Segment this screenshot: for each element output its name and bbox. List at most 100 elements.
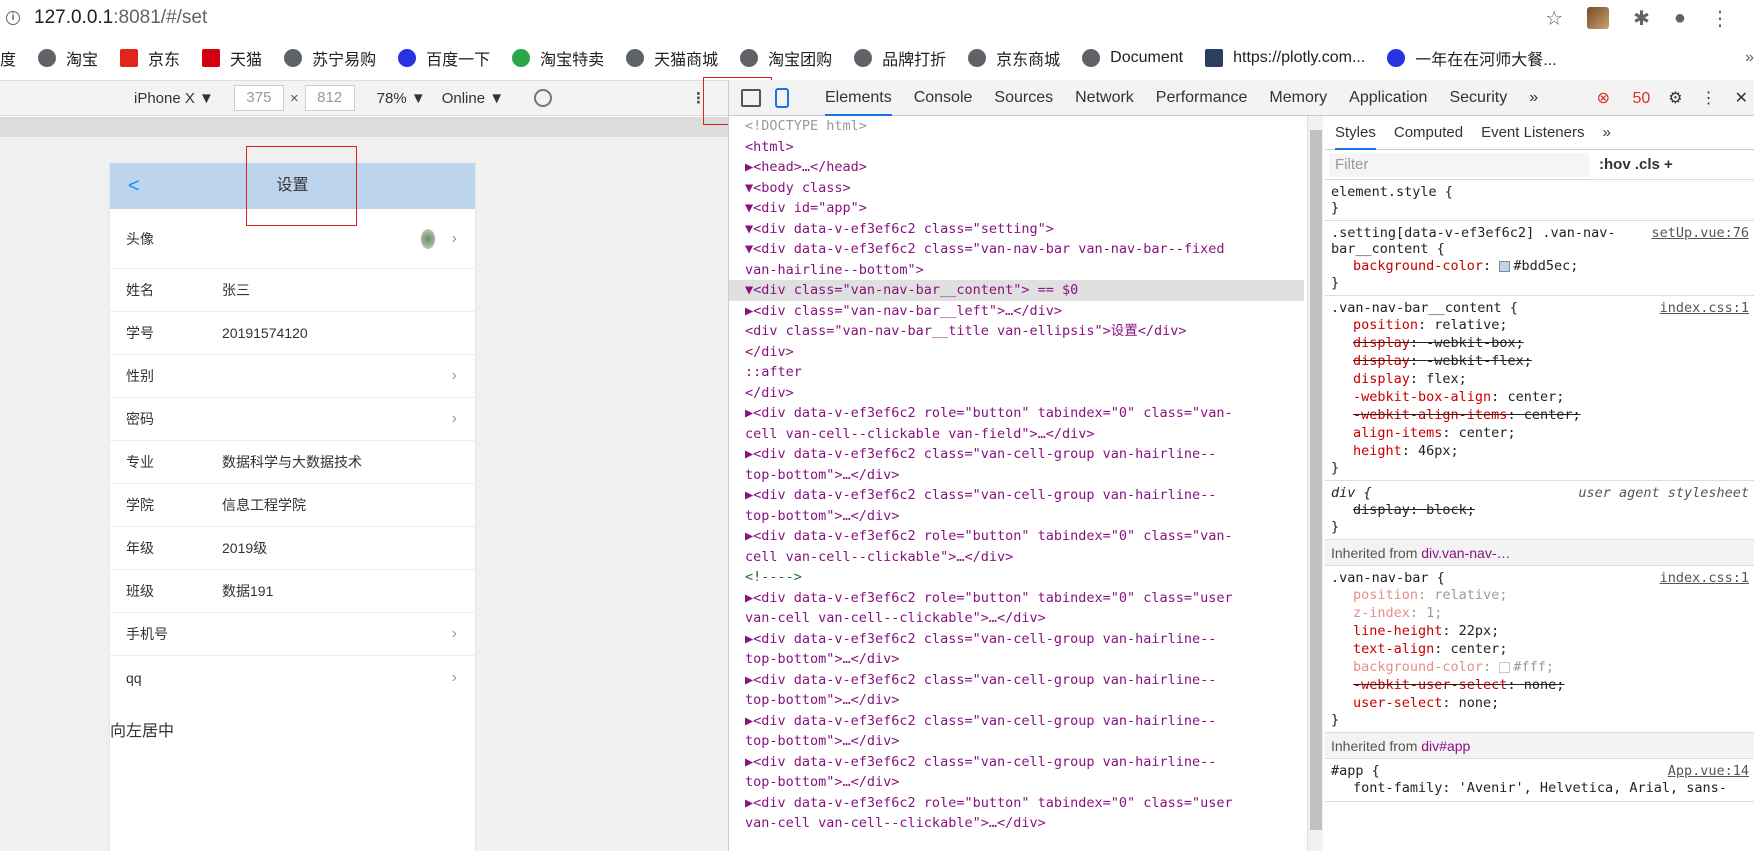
dom-line[interactable]: top-bottom">…</div> (729, 772, 1304, 793)
tab-event-listeners[interactable]: Event Listeners (1481, 124, 1584, 141)
tab-memory[interactable]: Memory (1269, 80, 1327, 116)
close-icon[interactable]: ✕ (1735, 88, 1748, 108)
style-prop[interactable]: text-align: center; (1331, 640, 1749, 658)
filter-input[interactable]: Filter (1329, 152, 1589, 177)
style-prop-inactive[interactable]: z-index: 1; (1331, 604, 1749, 622)
bookmark[interactable]: 淘宝 (38, 46, 98, 70)
bookmarks-overflow-icon[interactable]: » (1745, 49, 1754, 67)
rule-source-link[interactable]: index.css:1 (1660, 300, 1749, 316)
bookmark[interactable]: 淘宝特卖 (512, 46, 604, 70)
dom-line[interactable]: <html> (729, 137, 1304, 158)
dom-line-selected[interactable]: ▼<div class="van-nav-bar__content"> == $… (729, 280, 1304, 301)
dom-line[interactable]: van-cell van-cell--clickable">…</div> (729, 813, 1304, 834)
dom-line[interactable]: cell van-cell--clickable">…</div> (729, 547, 1304, 568)
dom-line[interactable]: ▶<div data-v-ef3ef6c2 role="button" tabi… (729, 526, 1304, 547)
more-icon[interactable]: ⋮ (1701, 88, 1717, 108)
dom-line[interactable]: </div> (729, 342, 1304, 363)
dom-line[interactable]: ▶<div data-v-ef3ef6c2 class="van-cell-gr… (729, 444, 1304, 465)
dom-line[interactable]: ▼<div data-v-ef3ef6c2 class="van-nav-bar… (729, 239, 1304, 260)
style-rule[interactable]: .setting[data-v-ef3ef6c2] .van-nav-bar__… (1325, 221, 1754, 296)
dom-line[interactable]: ▶<div data-v-ef3ef6c2 class="van-cell-gr… (729, 711, 1304, 732)
dom-line[interactable]: top-bottom">…</div> (729, 731, 1304, 752)
inherited-link[interactable]: div.van-nav-… (1421, 545, 1510, 561)
dom-line[interactable]: top-bottom">…</div> (729, 506, 1304, 527)
cell-gender[interactable]: 性别 › (110, 355, 475, 398)
style-rule[interactable]: #app { App.vue:14 font-family: 'Avenir',… (1325, 759, 1754, 802)
bookmark[interactable]: 天猫 (202, 46, 262, 70)
tab-application[interactable]: Application (1349, 80, 1427, 116)
dom-line[interactable]: ▶<div data-v-ef3ef6c2 class="van-cell-gr… (729, 670, 1304, 691)
style-rule-element[interactable]: element.style { } (1325, 180, 1754, 221)
dom-line[interactable]: van-cell van-cell--clickable">…</div> (729, 608, 1304, 629)
dom-line[interactable]: cell van-cell--clickable van-field">…</d… (729, 424, 1304, 445)
style-prop[interactable]: line-height: 22px; (1331, 622, 1749, 640)
dom-line[interactable]: ▶<div data-v-ef3ef6c2 role="button" tabi… (729, 588, 1304, 609)
style-prop[interactable]: font-family: 'Avenir', Helvetica, Arial,… (1331, 779, 1749, 797)
bookmark[interactable]: 天猫商城 (626, 46, 718, 70)
style-prop-overridden[interactable]: -webkit-user-select: none; (1331, 676, 1749, 694)
network-select[interactable]: Online ▼ (442, 90, 504, 107)
bookmark[interactable]: 苏宁易购 (284, 46, 376, 70)
bookmark[interactable]: 度 (0, 46, 16, 70)
style-prop-overridden[interactable]: display: block; (1331, 501, 1749, 519)
style-rule[interactable]: div { user agent stylesheet display: blo… (1325, 481, 1754, 540)
inherited-link[interactable]: div#app (1421, 738, 1470, 754)
dom-line[interactable]: top-bottom">…</div> (729, 649, 1304, 670)
dom-line[interactable]: top-bottom">…</div> (729, 465, 1304, 486)
dom-line[interactable]: ▼<body class> (729, 178, 1304, 199)
dom-line[interactable]: <!----> (729, 567, 1304, 588)
filter-options[interactable]: :hov .cls + (1599, 156, 1673, 173)
dom-line[interactable]: ::after (729, 362, 1304, 383)
height-input[interactable]: 812 (304, 85, 355, 111)
dom-line[interactable]: ▶<div data-v-ef3ef6c2 role="button" tabi… (729, 793, 1304, 814)
style-prop-inactive[interactable]: position: relative; (1331, 586, 1749, 604)
scrollbar-thumb[interactable] (1310, 130, 1322, 830)
dom-line[interactable]: ▼<div data-v-ef3ef6c2 class="setting"> (729, 219, 1304, 240)
dom-line[interactable]: ▶<head>…</head> (729, 157, 1304, 178)
dom-line[interactable]: top-bottom">…</div> (729, 690, 1304, 711)
elements-scrollbar[interactable] (1307, 116, 1323, 851)
style-prop[interactable]: -webkit-box-align: center; (1331, 388, 1749, 406)
dom-line[interactable]: ▶<div data-v-ef3ef6c2 class="van-cell-gr… (729, 629, 1304, 650)
style-prop[interactable]: user-select: none; (1331, 694, 1749, 712)
device-toggle-icon[interactable] (775, 87, 789, 108)
bookmark[interactable]: 淘宝团购 (740, 46, 832, 70)
error-badge[interactable]: ⊗ 50 (1597, 88, 1651, 108)
dom-line[interactable]: ▶<div data-v-ef3ef6c2 role="button" tabi… (729, 403, 1304, 424)
dom-line[interactable]: ▶<div data-v-ef3ef6c2 class="van-cell-gr… (729, 752, 1304, 773)
inspect-element-icon[interactable] (741, 88, 761, 107)
style-rule[interactable]: .van-nav-bar { index.css:1 position: rel… (1325, 566, 1754, 733)
bookmark[interactable]: 京东商城 (968, 46, 1060, 70)
rule-source-link[interactable]: App.vue:14 (1668, 763, 1749, 779)
rule-source-link[interactable]: index.css:1 (1660, 570, 1749, 586)
extension-avatar-icon[interactable] (1587, 7, 1610, 29)
color-swatch-icon[interactable] (1499, 260, 1511, 272)
tab-overflow[interactable]: » (1602, 124, 1610, 141)
dom-line[interactable]: </div> (729, 383, 1304, 404)
dom-line[interactable]: van-hairline--bottom"> (729, 260, 1304, 281)
style-prop[interactable]: align-items: center; (1331, 424, 1749, 442)
puzzle-icon[interactable]: ✱ (1633, 6, 1650, 31)
address-bar[interactable]: i 127.0.0.1:8081/#/set ☆ ✱ ● ⋮ (0, 0, 1754, 36)
dom-line[interactable]: <div class="van-nav-bar__title van-ellip… (729, 321, 1304, 342)
elements-tree[interactable]: <!DOCTYPE html> <html> ▶<head>…</head> ▼… (729, 116, 1304, 851)
device-select[interactable]: iPhone X ▼ (134, 90, 214, 107)
cell-name[interactable]: 姓名 张三 (110, 269, 475, 312)
tab-overflow[interactable]: » (1529, 80, 1538, 116)
url-text[interactable]: 127.0.0.1:8081/#/set (34, 7, 207, 29)
bookmark[interactable]: 百度一下 (398, 46, 490, 70)
style-prop-overridden[interactable]: display: -webkit-flex; (1331, 352, 1749, 370)
style-rule[interactable]: .van-nav-bar__content { index.css:1 posi… (1325, 296, 1754, 481)
style-prop[interactable]: background-color: #bdd5ec; (1331, 257, 1749, 275)
zoom-select[interactable]: 78% ▼ (377, 90, 426, 107)
style-prop-inactive[interactable]: background-color: #fff; (1331, 658, 1749, 676)
style-prop-overridden[interactable]: -webkit-align-items: center; (1331, 406, 1749, 424)
menu-icon[interactable]: ⋮ (1710, 6, 1730, 31)
style-prop[interactable]: display: flex; (1331, 370, 1749, 388)
dom-line[interactable]: ▶<div class="van-nav-bar__left">…</div> (729, 301, 1304, 322)
tab-security[interactable]: Security (1449, 80, 1507, 116)
bookmark[interactable]: Document (1082, 49, 1183, 67)
tab-console[interactable]: Console (914, 80, 973, 116)
info-icon[interactable]: i (6, 11, 20, 25)
rotate-icon[interactable] (534, 89, 553, 107)
